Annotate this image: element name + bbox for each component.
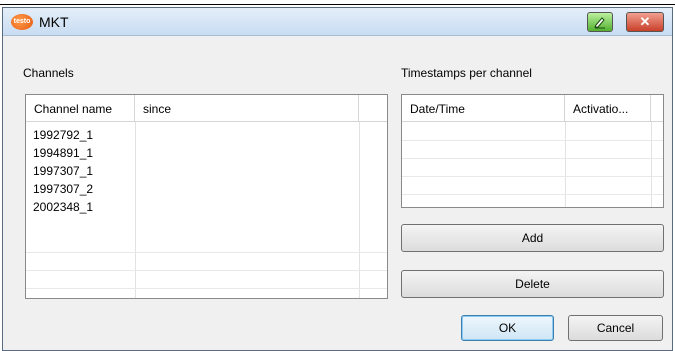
timestamps-list[interactable]: Date/Time Activatio... <box>401 94 664 208</box>
column-header-filler <box>651 95 663 122</box>
column-divider <box>651 122 652 207</box>
grid-line <box>402 158 663 159</box>
window-title: MKT <box>39 14 69 30</box>
column-header-since[interactable]: since <box>135 95 359 122</box>
column-header-activation[interactable]: Activatio... <box>565 95 651 122</box>
column-divider <box>359 122 360 298</box>
delete-button[interactable]: Delete <box>401 270 664 298</box>
channels-label: Channels <box>23 66 74 80</box>
grid-line <box>402 194 663 195</box>
channel-row-2[interactable]: 1994891_1 <box>33 146 93 160</box>
column-header-filler <box>359 95 387 122</box>
column-header-channel-name[interactable]: Channel name <box>26 95 135 122</box>
grid-line <box>26 252 387 253</box>
mkt-dialog: testo MKT ✕ Channels Channel name since … <box>2 7 673 351</box>
ok-button[interactable]: OK <box>461 315 554 341</box>
testo-logo-icon: testo <box>11 14 33 30</box>
close-button[interactable]: ✕ <box>626 12 664 32</box>
grid-line <box>402 176 663 177</box>
grid-line <box>26 288 387 289</box>
column-divider <box>565 122 566 207</box>
timestamps-label: Timestamps per channel <box>401 66 532 80</box>
grid-line <box>26 270 387 271</box>
channel-row-5[interactable]: 2002348_1 <box>33 200 93 214</box>
channels-list[interactable]: Channel name since 1992792_1 1994891_1 1… <box>25 94 388 299</box>
column-divider <box>135 122 136 298</box>
channel-row-3[interactable]: 1997307_1 <box>33 164 93 178</box>
pencil-icon <box>594 17 605 29</box>
add-button[interactable]: Add <box>401 224 664 252</box>
channel-row-1[interactable]: 1992792_1 <box>33 128 93 142</box>
close-icon: ✕ <box>639 14 651 29</box>
top-border <box>0 0 675 5</box>
edit-button[interactable] <box>587 12 613 32</box>
column-header-date-time[interactable]: Date/Time <box>402 95 565 122</box>
grid-line <box>402 140 663 141</box>
cancel-button[interactable]: Cancel <box>568 315 663 341</box>
title-bar: testo MKT ✕ <box>3 8 672 36</box>
channel-row-4[interactable]: 1997307_2 <box>33 182 93 196</box>
